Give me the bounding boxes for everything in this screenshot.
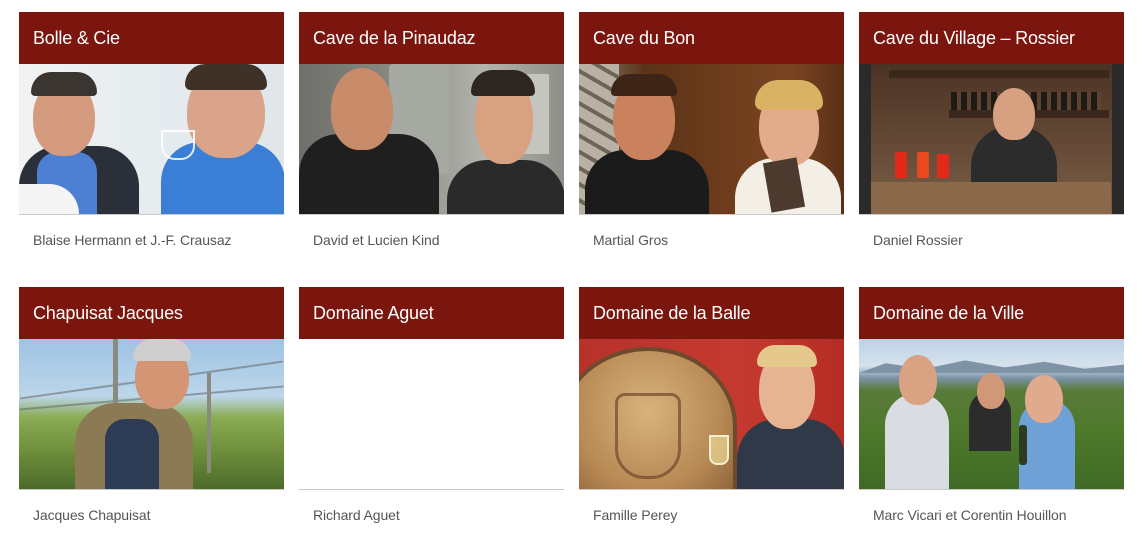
producer-title: Domaine de la Ville xyxy=(859,287,1124,339)
producer-card-pinaudaz[interactable]: Cave de la Pinaudaz David et Lucien Kind xyxy=(299,12,564,274)
producer-title: Domaine Aguet xyxy=(299,287,564,339)
producer-photo xyxy=(579,64,844,215)
producer-card-cave-du-bon[interactable]: Cave du Bon Martial Gros xyxy=(579,12,844,274)
producer-photo xyxy=(19,64,284,215)
producer-photo xyxy=(859,339,1124,490)
producer-card-chapuisat[interactable]: Chapuisat Jacques Jacques Chapuisat xyxy=(19,287,284,549)
producer-title: Bolle & Cie xyxy=(19,12,284,64)
producer-caption: Richard Aguet xyxy=(313,507,400,523)
producer-caption: Daniel Rossier xyxy=(873,232,963,248)
producer-photo xyxy=(579,339,844,490)
producer-card-aguet[interactable]: Domaine Aguet Richard Aguet xyxy=(299,287,564,549)
producer-card-bolle[interactable]: Bolle & Cie Blaise Hermann et J.-F. Crau… xyxy=(19,12,284,274)
producer-photo xyxy=(19,339,284,490)
producer-caption: Marc Vicari et Corentin Houillon xyxy=(873,507,1067,523)
producer-card-balle[interactable]: Domaine de la Balle Famille Perey xyxy=(579,287,844,549)
producer-caption: Famille Perey xyxy=(593,507,678,523)
producer-caption: Martial Gros xyxy=(593,232,669,248)
producer-photo xyxy=(859,64,1124,215)
producer-card-ville[interactable]: Domaine de la Ville Marc Vicari et Coren… xyxy=(859,287,1124,549)
producer-title: Cave du Village – Rossier xyxy=(859,12,1124,64)
producer-title: Cave du Bon xyxy=(579,12,844,64)
producer-card-rossier[interactable]: Cave du Village – Rossier Daniel Rossier xyxy=(859,12,1124,274)
barrel-engraving-icon xyxy=(609,365,683,381)
producer-grid: Bolle & Cie Blaise Hermann et J.-F. Crau… xyxy=(19,12,1124,549)
producer-caption: Jacques Chapuisat xyxy=(33,507,151,523)
producer-photo-placeholder xyxy=(299,339,564,490)
producer-title: Cave de la Pinaudaz xyxy=(299,12,564,64)
producer-caption: Blaise Hermann et J.-F. Crausaz xyxy=(33,232,232,248)
producer-title: Chapuisat Jacques xyxy=(19,287,284,339)
producer-photo xyxy=(299,64,564,215)
producer-caption: David et Lucien Kind xyxy=(313,232,440,248)
producer-title: Domaine de la Balle xyxy=(579,287,844,339)
